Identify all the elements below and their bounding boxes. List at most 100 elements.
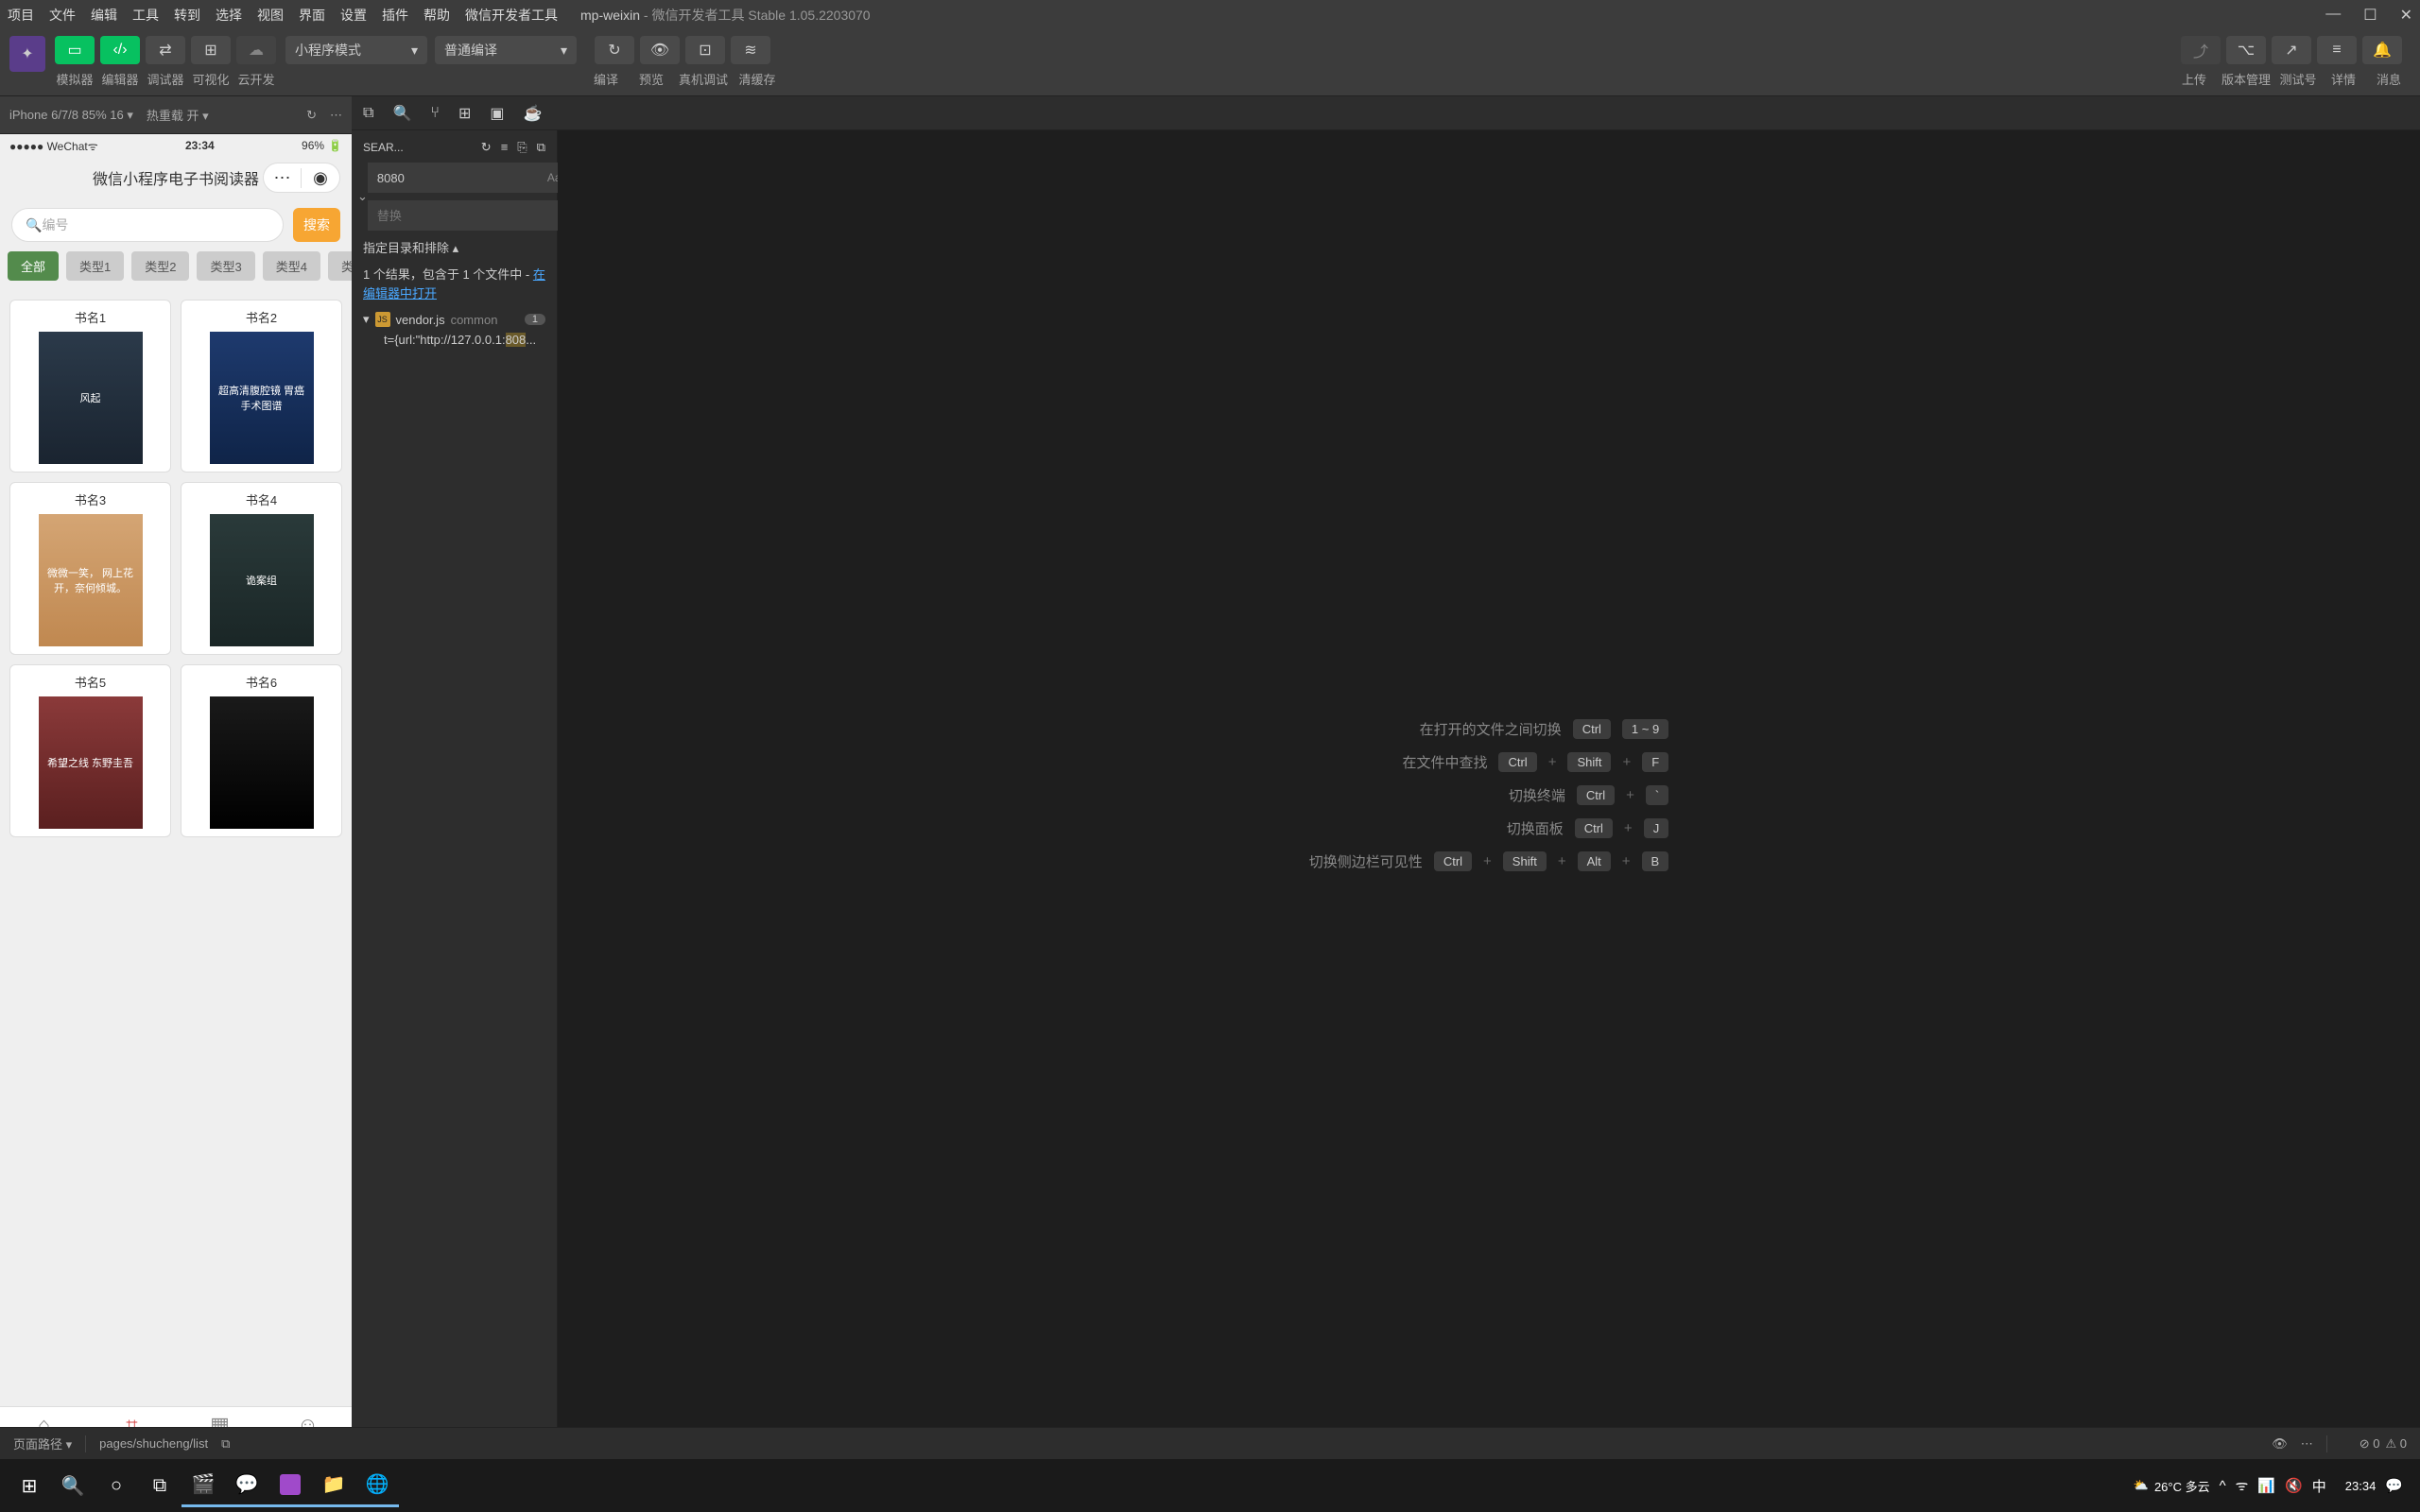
chrome-icon[interactable]: 🌐 bbox=[355, 1464, 399, 1507]
refresh-icon[interactable]: ↻ bbox=[306, 108, 317, 123]
menu-settings[interactable]: 设置 bbox=[340, 6, 367, 25]
tab-type1[interactable]: 类型1 bbox=[66, 251, 124, 281]
start-button[interactable]: ⊞ bbox=[8, 1464, 51, 1507]
title-bar: 项目 文件 编辑 工具 转到 选择 视图 界面 设置 插件 帮助 微信开发者工具… bbox=[0, 0, 2420, 30]
tab-type5[interactable]: 类型5 bbox=[328, 251, 352, 281]
tab-type3[interactable]: 类型3 bbox=[197, 251, 254, 281]
wechat-icon[interactable]: 💬 bbox=[225, 1464, 268, 1507]
search-query-input[interactable] bbox=[373, 171, 547, 185]
book-cover bbox=[210, 696, 314, 829]
menu-select[interactable]: 选择 bbox=[216, 6, 242, 25]
tab-all[interactable]: 全部 bbox=[8, 251, 59, 281]
new-file-icon[interactable]: ⎘ bbox=[517, 140, 527, 155]
eye-icon[interactable]: 👁 bbox=[2272, 1436, 2288, 1452]
project-icon[interactable]: ✦ bbox=[9, 36, 45, 72]
menu-help[interactable]: 帮助 bbox=[424, 6, 450, 25]
test-button[interactable]: ↗ bbox=[2272, 36, 2311, 64]
compile-button[interactable]: ↻ bbox=[595, 36, 634, 64]
menu-edit[interactable]: 编辑 bbox=[91, 6, 117, 25]
preview-button[interactable]: 👁 bbox=[640, 36, 680, 64]
expand-replace-icon[interactable]: ⌄ bbox=[357, 159, 368, 234]
mode-select[interactable]: 小程序模式▾ bbox=[285, 36, 427, 64]
notifications-icon[interactable]: 💬 bbox=[2385, 1477, 2403, 1494]
clock[interactable]: 23:34 bbox=[2345, 1479, 2377, 1493]
menu-bar: 项目 文件 编辑 工具 转到 选择 视图 界面 设置 插件 帮助 微信开发者工具 bbox=[8, 6, 558, 25]
book-card[interactable]: 书名2超高清腹腔镜 胃癌手术图谱 bbox=[181, 300, 342, 472]
maximize-button[interactable]: ☐ bbox=[2363, 6, 2377, 25]
upload-button[interactable]: ⤴ bbox=[2181, 36, 2221, 64]
result-file-row[interactable]: ▾ JS vendor.js common 1 bbox=[357, 308, 551, 331]
menu-ui[interactable]: 界面 bbox=[299, 6, 325, 25]
search-icon[interactable]: 🔍 bbox=[392, 104, 411, 123]
book-card[interactable]: 书名4诡案组 bbox=[181, 482, 342, 655]
editor-button[interactable]: ‹/› bbox=[100, 36, 140, 64]
cortana-icon[interactable]: ○ bbox=[95, 1464, 138, 1507]
copy-path-icon[interactable]: ⧉ bbox=[221, 1436, 230, 1452]
taskview-icon[interactable]: ⧉ bbox=[138, 1464, 182, 1507]
cloud-button[interactable]: ☁ bbox=[236, 36, 276, 64]
clear-cache-button[interactable]: ≋ bbox=[731, 36, 770, 64]
real-debug-button[interactable]: ⊡ bbox=[685, 36, 725, 64]
volume-tray-icon[interactable]: 🔇 bbox=[2285, 1477, 2303, 1494]
capsule-menu-icon[interactable]: ⋯ bbox=[264, 168, 302, 188]
explorer-icon[interactable]: ⧉ bbox=[363, 105, 373, 122]
detail-button[interactable]: ≡ bbox=[2317, 36, 2357, 64]
error-count[interactable]: ⊘ 0 bbox=[2360, 1436, 2380, 1452]
database-icon[interactable]: ▣ bbox=[490, 104, 504, 123]
explorer-icon[interactable]: 📁 bbox=[312, 1464, 355, 1507]
page-path[interactable]: pages/shucheng/list bbox=[99, 1436, 208, 1451]
menu-goto[interactable]: 转到 bbox=[174, 6, 200, 25]
search-summary: 1 个结果，包含于 1 个文件中 - 在编辑器中打开 bbox=[357, 260, 551, 308]
cloud-icon[interactable]: ☕ bbox=[524, 104, 543, 123]
hot-reload-toggle[interactable]: 热重载 开 ▾ bbox=[147, 106, 209, 124]
search-taskbar-icon[interactable]: 🔍 bbox=[51, 1464, 95, 1507]
more-icon[interactable]: ⋯ bbox=[2301, 1436, 2313, 1452]
replace-input[interactable] bbox=[373, 209, 566, 223]
menu-view[interactable]: 视图 bbox=[257, 6, 284, 25]
book-card[interactable]: 书名6 bbox=[181, 664, 342, 837]
debugger-button[interactable]: ⇄ bbox=[146, 36, 185, 64]
windows-taskbar: ⊞ 🔍 ○ ⧉ 🎬 💬 📁 🌐 ⛅ 26°C 多云 ^ ᯤ 📊 🔇 中 23:3… bbox=[0, 1459, 2420, 1512]
menu-file[interactable]: 文件 bbox=[49, 6, 76, 25]
clear-search-icon[interactable]: ≡ bbox=[501, 140, 509, 155]
menu-devtools[interactable]: 微信开发者工具 bbox=[465, 6, 558, 25]
capsule-close-icon[interactable]: ◉ bbox=[302, 168, 339, 188]
more-icon[interactable]: ⋯ bbox=[330, 108, 342, 123]
weather-widget[interactable]: ⛅ 26°C 多云 bbox=[2134, 1477, 2210, 1495]
menu-tool[interactable]: 工具 bbox=[132, 6, 159, 25]
close-button[interactable]: ✕ bbox=[2400, 6, 2412, 25]
extensions-icon[interactable]: ⊞ bbox=[458, 104, 471, 123]
battery-tray-icon[interactable]: 📊 bbox=[2257, 1477, 2275, 1494]
visual-button[interactable]: ⊞ bbox=[191, 36, 231, 64]
minimize-button[interactable]: — bbox=[2325, 6, 2341, 25]
menu-project[interactable]: 项目 bbox=[8, 6, 34, 25]
version-button[interactable]: ⌥ bbox=[2226, 36, 2266, 64]
result-match-line[interactable]: t={url:"http://127.0.0.1:808... bbox=[357, 331, 551, 349]
search-filter-toggle[interactable]: 指定目录和排除 ▴ bbox=[357, 234, 551, 260]
book-grid: 书名1风起 书名2超高清腹腔镜 胃癌手术图谱 书名3微微一笑， 网上花开，奈何倾… bbox=[0, 290, 352, 847]
collapse-icon[interactable]: ⧉ bbox=[537, 140, 545, 155]
chevron-up-icon[interactable]: ^ bbox=[2220, 1478, 2226, 1494]
ide-icon[interactable] bbox=[268, 1464, 312, 1507]
book-card[interactable]: 书名3微微一笑， 网上花开，奈何倾城。 bbox=[9, 482, 171, 655]
git-icon[interactable]: ⑂ bbox=[430, 105, 440, 122]
carrier-label: ●●●●● WeChatᯤ bbox=[9, 138, 98, 154]
book-card[interactable]: 书名5希望之线 东野圭吾 bbox=[9, 664, 171, 837]
book-card[interactable]: 书名1风起 bbox=[9, 300, 171, 472]
ime-icon[interactable]: 中 bbox=[2312, 1476, 2326, 1496]
wifi-tray-icon[interactable]: ᯤ bbox=[2236, 1476, 2249, 1495]
refresh-search-icon[interactable]: ↻ bbox=[481, 140, 492, 155]
tab-type4[interactable]: 类型4 bbox=[263, 251, 320, 281]
shortcuts-hint: 在打开的文件之间切换Ctrl1 ~ 9 在文件中查找Ctrl+Shift+F 切… bbox=[1309, 719, 1668, 871]
warning-count[interactable]: ⚠ 0 bbox=[2385, 1436, 2407, 1452]
search-button[interactable]: 搜索 bbox=[293, 208, 340, 242]
app-icon[interactable]: 🎬 bbox=[182, 1464, 225, 1507]
search-input[interactable]: 🔍 编号 bbox=[11, 208, 284, 242]
device-select[interactable]: iPhone 6/7/8 85% 16 ▾ bbox=[9, 108, 133, 123]
message-button[interactable]: 🔔 bbox=[2362, 36, 2402, 64]
tab-type2[interactable]: 类型2 bbox=[131, 251, 189, 281]
page-path-label[interactable]: 页面路径 ▾ bbox=[13, 1435, 72, 1452]
simulator-button[interactable]: ▭ bbox=[55, 36, 95, 64]
compile-select[interactable]: 普通编译▾ bbox=[435, 36, 577, 64]
menu-plugin[interactable]: 插件 bbox=[382, 6, 408, 25]
